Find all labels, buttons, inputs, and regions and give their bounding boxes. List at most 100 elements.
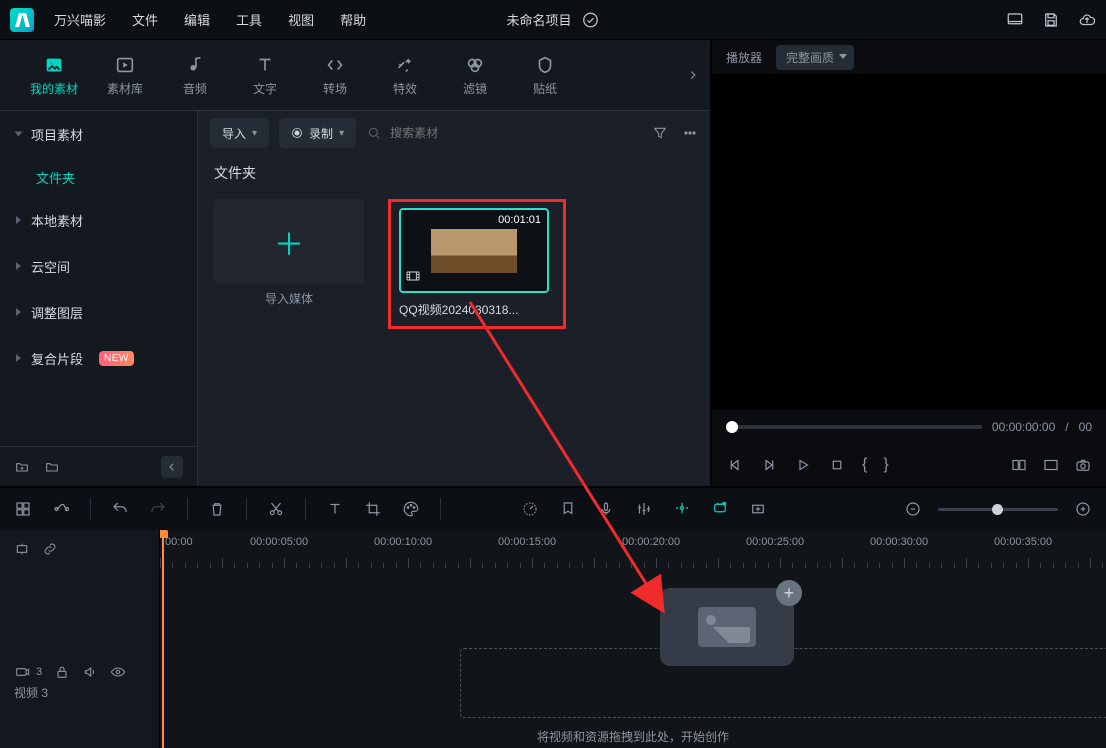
sidebar-item-adjust-layer[interactable]: 调整图层 <box>0 289 197 335</box>
disclosure-icon <box>16 262 21 270</box>
zoom-in-icon[interactable] <box>1074 500 1092 518</box>
sidebar-item-cloud[interactable]: 云空间 <box>0 243 197 289</box>
timeline: 3 视频 3 :00:00 00:00:05:00 00:00:10:00 00… <box>0 530 1106 748</box>
menu-file[interactable]: 文件 <box>132 10 158 29</box>
cursor-tool-icon[interactable] <box>52 500 70 518</box>
brace-close-icon[interactable]: } <box>883 456 888 474</box>
cut-icon[interactable] <box>267 500 285 518</box>
new-folder-icon[interactable] <box>14 459 30 475</box>
sidebar-sub-folder[interactable]: 文件夹 <box>0 157 197 197</box>
preview-canvas[interactable] <box>712 74 1106 410</box>
app-name: 万兴喵影 <box>54 10 106 29</box>
menu-tools[interactable]: 工具 <box>236 10 262 29</box>
plus-icon: ＋ <box>274 220 304 264</box>
stop-icon[interactable] <box>828 456 846 474</box>
playhead[interactable] <box>162 530 164 748</box>
preview-controls: { } <box>712 444 1106 486</box>
filter-icon[interactable] <box>652 125 668 141</box>
timeline-canvas[interactable]: :00:00 00:00:05:00 00:00:10:00 00:00:15:… <box>160 530 1106 748</box>
marker-icon[interactable] <box>559 500 577 518</box>
text-tool-icon[interactable] <box>326 500 344 518</box>
preview-scrubber[interactable] <box>726 425 982 429</box>
undo-icon[interactable] <box>111 500 129 518</box>
fit-icon[interactable] <box>749 500 767 518</box>
preview-quality-select[interactable]: 完整画质 <box>776 45 854 70</box>
tab-asset-library[interactable]: 素材库 <box>102 54 148 97</box>
sidebar-item-local-assets[interactable]: 本地素材 <box>0 197 197 243</box>
lock-icon[interactable] <box>54 664 70 680</box>
record-button[interactable]: 录制▾ <box>279 118 356 148</box>
mute-icon[interactable] <box>82 664 98 680</box>
redo-icon[interactable] <box>149 500 167 518</box>
main-menu: 文件 编辑 工具 视图 帮助 <box>132 10 366 29</box>
preview-panel: 播放器 完整画质 00:00:00:00 / 00 { } <box>710 40 1106 486</box>
cloud-upload-icon[interactable] <box>1078 11 1096 29</box>
video-type-icon <box>405 268 421 287</box>
color-icon[interactable] <box>402 500 420 518</box>
sidebar-item-compound[interactable]: 复合片段 NEW <box>0 335 197 381</box>
tab-audio[interactable]: 音频 <box>172 54 218 97</box>
zoom-out-icon[interactable] <box>904 500 922 518</box>
tab-my-assets[interactable]: 我的素材 <box>30 54 78 97</box>
next-frame-icon[interactable] <box>760 456 778 474</box>
timeline-toolbar <box>0 486 1106 530</box>
auto-cut-icon[interactable] <box>673 499 691 517</box>
prev-frame-icon[interactable] <box>726 456 744 474</box>
menu-edit[interactable]: 编辑 <box>184 10 210 29</box>
project-title: 未命名项目 <box>506 10 571 29</box>
clip-duration: 00:01:01 <box>498 214 541 226</box>
audio-mix-icon[interactable] <box>635 500 653 518</box>
layout-icon[interactable] <box>14 500 32 518</box>
eye-icon[interactable] <box>110 664 126 680</box>
sidebar-item-project-assets[interactable]: 项目素材 <box>0 111 197 157</box>
tab-text[interactable]: 文字 <box>242 54 288 97</box>
delete-icon[interactable] <box>208 500 226 518</box>
track-header[interactable]: 3 <box>0 664 159 680</box>
zoom-slider[interactable] <box>938 508 1058 511</box>
play-icon[interactable] <box>794 456 812 474</box>
search-icon <box>366 125 382 141</box>
menu-help[interactable]: 帮助 <box>340 10 366 29</box>
compare-icon[interactable] <box>1010 456 1028 474</box>
folder-icon[interactable] <box>44 459 60 475</box>
collapse-sidebar-button[interactable] <box>161 456 183 478</box>
tab-transition[interactable]: 转场 <box>312 54 358 97</box>
search-assets[interactable] <box>366 125 546 141</box>
asset-sidebar: 项目素材 文件夹 本地素材 云空间 调整图层 <box>0 111 198 486</box>
search-input[interactable] <box>388 125 508 141</box>
titlebar: 万兴喵影 文件 编辑 工具 视图 帮助 未命名项目 <box>0 0 1106 40</box>
mic-icon[interactable] <box>597 500 615 518</box>
more-icon[interactable] <box>682 125 698 141</box>
import-button[interactable]: 导入▾ <box>210 118 269 148</box>
menu-view[interactable]: 视图 <box>288 10 314 29</box>
tab-filter[interactable]: 滤镜 <box>452 54 498 97</box>
monitor-icon[interactable] <box>1006 11 1024 29</box>
snapshot-icon[interactable] <box>1074 456 1092 474</box>
disclosure-icon <box>16 354 21 362</box>
smart-tool-icon[interactable] <box>711 499 729 517</box>
link-icon[interactable] <box>42 541 58 557</box>
media-heading: 文件夹 <box>198 155 710 189</box>
tab-sticker[interactable]: 贴纸 <box>522 54 568 97</box>
crop-icon[interactable] <box>364 500 382 518</box>
add-clip-button[interactable]: + <box>776 580 802 606</box>
tabs-next-icon[interactable] <box>686 68 700 85</box>
clip-preview-image <box>431 229 517 273</box>
record-dot-icon <box>291 127 303 139</box>
project-title-area: 未命名项目 <box>506 10 599 29</box>
timeline-ruler[interactable]: :00:00 00:00:05:00 00:00:10:00 00:00:15:… <box>160 530 1106 568</box>
media-area: 导入▾ 录制▾ <box>198 111 710 486</box>
app-logo <box>10 8 34 32</box>
import-media-card[interactable]: ＋ 导入媒体 <box>214 199 364 307</box>
fullscreen-icon[interactable] <box>1042 456 1060 474</box>
speed-icon[interactable] <box>521 500 539 518</box>
add-track-icon[interactable] <box>14 541 30 557</box>
save-icon[interactable] <box>1042 11 1060 29</box>
check-circle-icon <box>582 11 600 29</box>
image-placeholder-icon <box>698 607 756 647</box>
tab-effects[interactable]: 特效 <box>382 54 428 97</box>
brace-open-icon[interactable]: { <box>862 456 867 474</box>
clip-thumbnail[interactable]: 00:01:01 <box>399 208 549 293</box>
disclosure-icon <box>15 132 23 137</box>
preview-total: 00 <box>1079 420 1092 434</box>
